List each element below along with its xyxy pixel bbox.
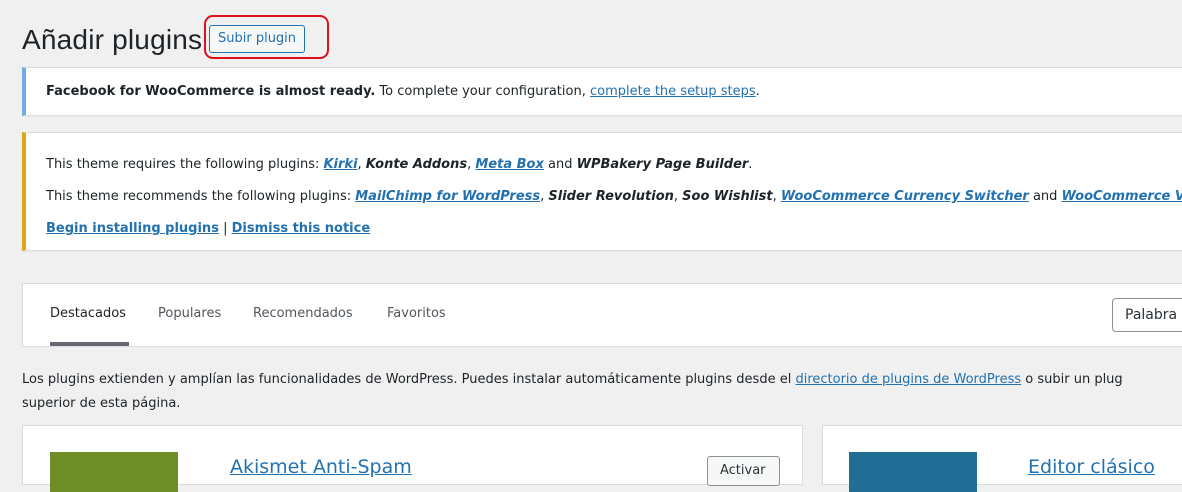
- facebook-notice: Facebook for WooCommerce is almost ready…: [22, 67, 1182, 116]
- separator: and: [543, 157, 577, 172]
- plugin-directory-link[interactable]: directorio de plugins de WordPress: [795, 372, 1021, 387]
- requires-line: This theme requires the following plugin…: [46, 157, 752, 172]
- facebook-notice-end: .: [755, 84, 760, 99]
- facebook-notice-bold: Facebook for WooCommerce is almost ready…: [46, 84, 376, 99]
- page-header: Añadir plugins: [22, 18, 202, 62]
- plugin-link-meta-box[interactable]: Meta Box: [475, 157, 544, 172]
- tab-destacados[interactable]: Destacados: [50, 306, 126, 321]
- plugin-link-kirki[interactable]: Kirki: [323, 157, 357, 172]
- plugin-link-woocommerce-v[interactable]: WooCommerce V: [1062, 189, 1182, 204]
- plugin-name-wpbakery: WPBakery Page Builder: [576, 157, 749, 172]
- recommends-line: This theme recommends the following plug…: [46, 189, 1182, 204]
- separator: ,: [673, 189, 683, 204]
- plugin-link-mailchimp[interactable]: MailChimp for WordPress: [355, 189, 540, 204]
- recommends-prefix: This theme recommends the following plug…: [46, 189, 356, 204]
- classic-editor-thumbnail[interactable]: [849, 452, 977, 492]
- description-line-2: superior de esta página.: [22, 396, 181, 411]
- requires-prefix: This theme requires the following plugin…: [46, 157, 324, 172]
- dismiss-notice-link[interactable]: Dismiss this notice: [232, 221, 371, 236]
- akismet-title-link[interactable]: Akismet Anti-Spam: [230, 456, 412, 478]
- description-text: Los plugins extienden y amplían las func…: [22, 372, 796, 387]
- theme-plugins-notice: This theme requires the following plugin…: [22, 132, 1182, 251]
- tab-populares[interactable]: Populares: [158, 306, 221, 321]
- plugin-name-slider-revolution: Slider Revolution: [548, 189, 674, 204]
- description-text-end: o subir un plug: [1021, 372, 1123, 387]
- separator: ,: [772, 189, 781, 204]
- description-line-1: Los plugins extienden y amplían las func…: [22, 368, 1182, 392]
- notice-actions: Begin installing plugins | Dismiss this …: [46, 221, 370, 236]
- page-title: Añadir plugins: [22, 24, 203, 55]
- classic-editor-title-link[interactable]: Editor clásico: [1028, 456, 1155, 478]
- separator: .: [748, 157, 753, 172]
- facebook-notice-body: To complete your configuration,: [375, 84, 590, 99]
- separator: ,: [357, 157, 366, 172]
- plugins-description: Los plugins extienden y amplían las func…: [22, 368, 1182, 416]
- plugin-card-classic-editor: Editor clásico: [822, 425, 1182, 492]
- plugin-link-currency-switcher[interactable]: WooCommerce Currency Switcher: [781, 189, 1029, 204]
- tab-favoritos[interactable]: Favoritos: [387, 306, 446, 321]
- separator: |: [218, 221, 232, 236]
- complete-setup-link[interactable]: complete the setup steps: [590, 84, 756, 99]
- search-type-select[interactable]: Palabra: [1112, 298, 1182, 332]
- akismet-thumbnail[interactable]: [50, 452, 178, 492]
- begin-installing-link[interactable]: Begin installing plugins: [46, 221, 219, 236]
- activate-button[interactable]: Activar: [707, 456, 780, 486]
- upload-plugin-button[interactable]: Subir plugin: [209, 25, 306, 53]
- plugin-name-konte-addons: Konte Addons: [365, 157, 468, 172]
- separator: and: [1028, 189, 1062, 204]
- plugin-name-soo-wishlist: Soo Wishlist: [682, 189, 773, 204]
- plugin-card-akismet: Akismet Anti-Spam Activar: [22, 425, 803, 492]
- current-tab-indicator: [50, 342, 129, 346]
- plugin-filter-bar: Destacados Populares Recomendados Favori…: [22, 283, 1182, 347]
- tab-recomendados[interactable]: Recomendados: [253, 306, 353, 321]
- facebook-notice-text: Facebook for WooCommerce is almost ready…: [46, 84, 760, 99]
